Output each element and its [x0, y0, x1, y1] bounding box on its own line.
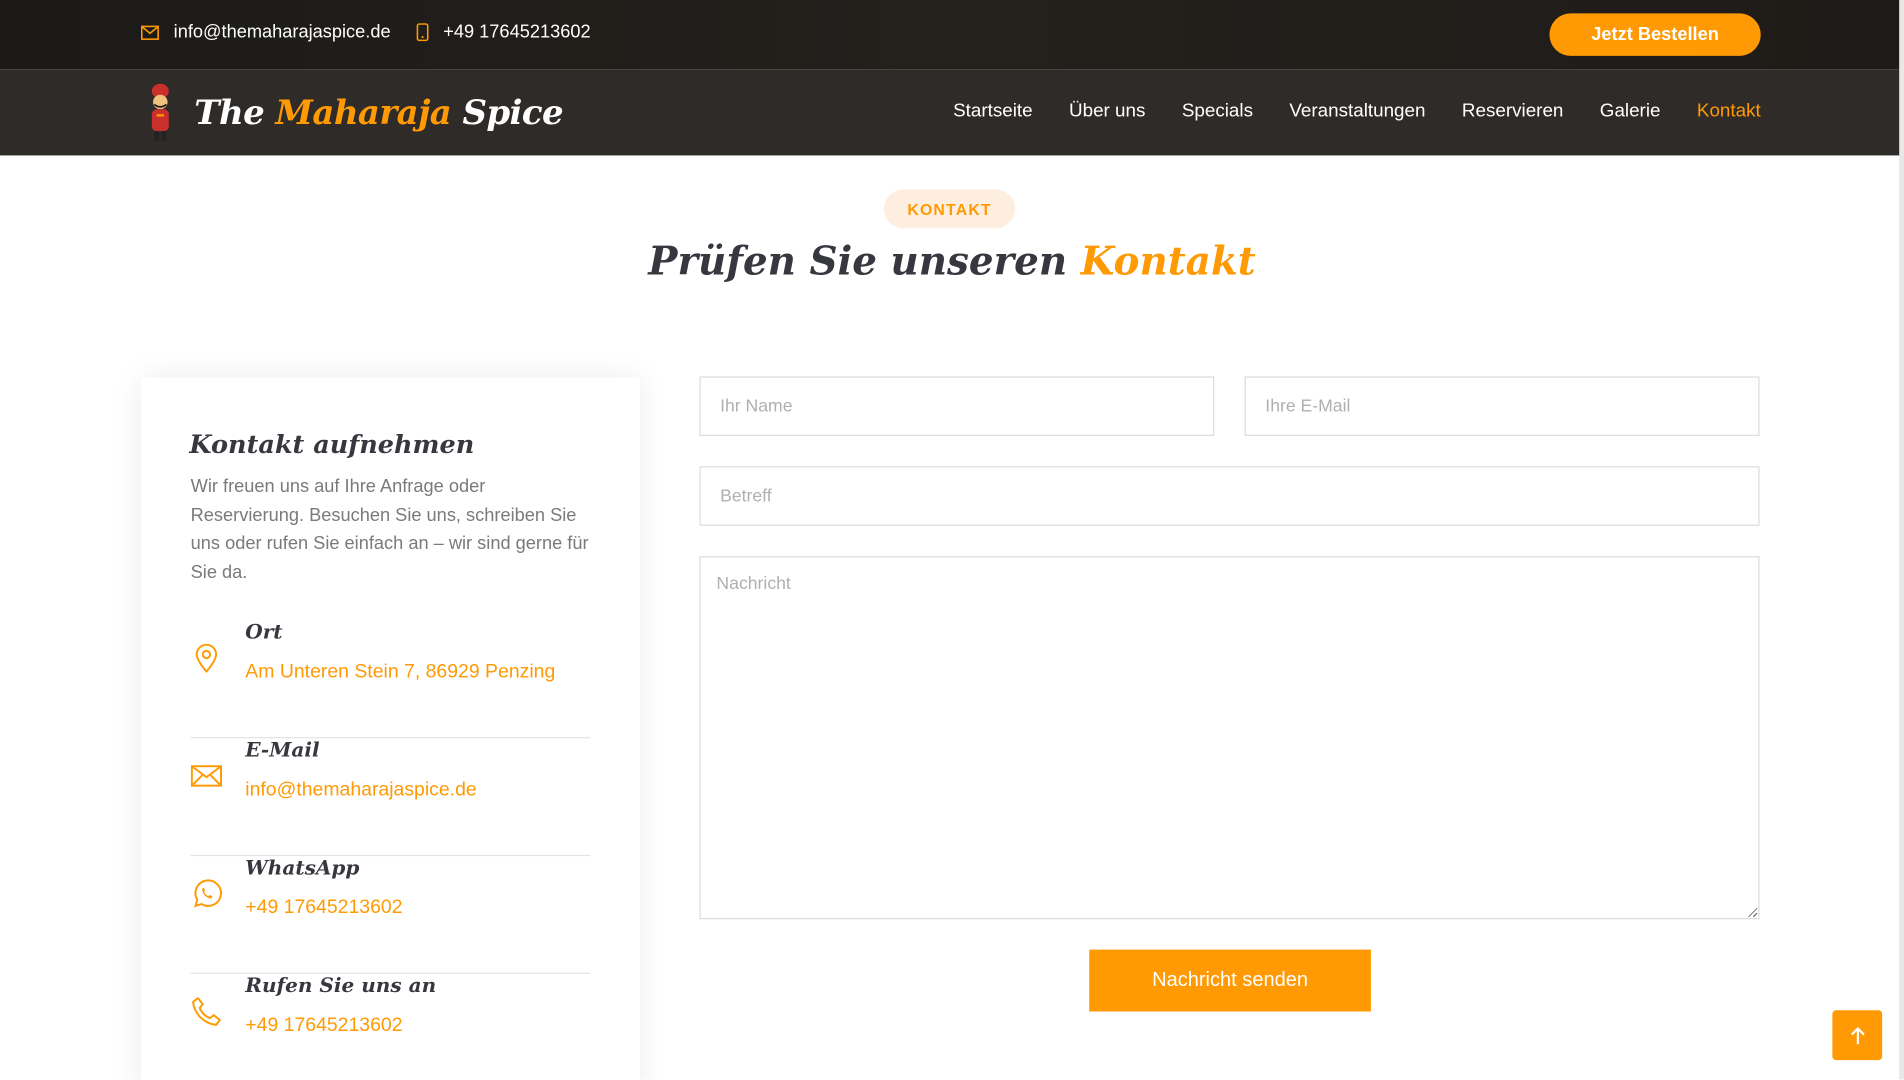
page: info@themaharajaspice.de +49 17645213602… [0, 0, 1904, 1080]
email-input[interactable] [1244, 376, 1760, 436]
nav-item-ueber-uns[interactable]: Über uns [1069, 101, 1145, 123]
info-item-title: E-Mail [245, 738, 320, 762]
envelope-icon [190, 765, 222, 787]
main-navbar: The Maharaja Spice Startseite Über uns S… [0, 69, 1904, 156]
info-item-title: WhatsApp [245, 856, 360, 880]
info-item-location: Ort Am Unteren Stein 7, 86929 Penzing [190, 620, 591, 739]
brand-name-part2: Maharaja [275, 91, 452, 132]
envelope-icon [140, 25, 159, 40]
nav-item-kontakt[interactable]: Kontakt [1697, 101, 1761, 123]
info-card-title: Kontakt aufnehmen [189, 428, 475, 460]
info-item-value[interactable]: +49 17645213602 [245, 1015, 402, 1037]
top-email-link[interactable]: info@themaharajaspice.de [140, 21, 391, 43]
nav-item-specials[interactable]: Specials [1182, 101, 1253, 123]
info-item-value[interactable]: Am Unteren Stein 7, 86929 Penzing [245, 662, 555, 684]
order-now-button[interactable]: Jetzt Bestellen [1549, 13, 1761, 56]
brand-name-part1: The [194, 91, 265, 132]
scroll-to-top-button[interactable] [1832, 1010, 1883, 1061]
brand-name: The Maharaja Spice [194, 92, 563, 132]
nav-menu: Startseite Über uns Specials Veranstaltu… [953, 101, 1761, 123]
brand-name-part3: Spice [462, 91, 563, 132]
section-heading-main: Prüfen Sie unseren [648, 238, 1068, 285]
info-card-description: Wir freuen uns auf Ihre Anfrage oder Res… [190, 476, 589, 583]
whatsapp-icon [194, 879, 222, 908]
maharaja-figure-icon [151, 83, 169, 141]
info-item-title: Ort [245, 620, 283, 644]
top-phone-link[interactable]: +49 17645213602 [416, 21, 591, 43]
nav-item-reservieren[interactable]: Reservieren [1462, 101, 1563, 123]
info-item-value[interactable]: +49 17645213602 [245, 897, 402, 919]
message-textarea[interactable] [699, 556, 1760, 920]
section-heading: Prüfen Sie unseren Kontakt [0, 238, 1904, 284]
nav-item-startseite[interactable]: Startseite [953, 101, 1033, 123]
info-item-value[interactable]: info@themaharajaspice.de [245, 780, 476, 802]
nav-item-galerie[interactable]: Galerie [1600, 101, 1661, 123]
nav-item-veranstaltungen[interactable]: Veranstaltungen [1289, 101, 1425, 123]
page-scrollbar[interactable] [1899, 0, 1904, 1080]
phone-icon [192, 997, 221, 1026]
section-heading-accent: Kontakt [1080, 238, 1256, 285]
subject-input[interactable] [699, 466, 1760, 526]
top-phone-text: +49 17645213602 [443, 21, 591, 43]
logo[interactable]: The Maharaja Spice [141, 81, 564, 142]
top-bar: info@themaharajaspice.de +49 17645213602… [0, 0, 1904, 70]
send-message-button[interactable]: Nachricht senden [1089, 949, 1371, 1012]
info-item-whatsapp: WhatsApp +49 17645213602 [190, 856, 591, 974]
info-item-title: Rufen Sie uns an [245, 973, 437, 997]
mobile-phone-icon [416, 23, 429, 42]
arrow-up-icon [1850, 1026, 1865, 1044]
info-item-email: E-Mail info@themaharajaspice.de [190, 738, 591, 857]
top-email-text: info@themaharajaspice.de [173, 21, 391, 43]
info-item-phone: Rufen Sie uns an +49 17645213602 [191, 974, 591, 1080]
section-badge: KONTAKT [884, 189, 1016, 229]
name-input[interactable] [699, 376, 1215, 436]
map-pin-icon [195, 643, 218, 673]
contact-info-card: Kontakt aufnehmen Wir freuen uns auf Ihr… [140, 377, 640, 1080]
